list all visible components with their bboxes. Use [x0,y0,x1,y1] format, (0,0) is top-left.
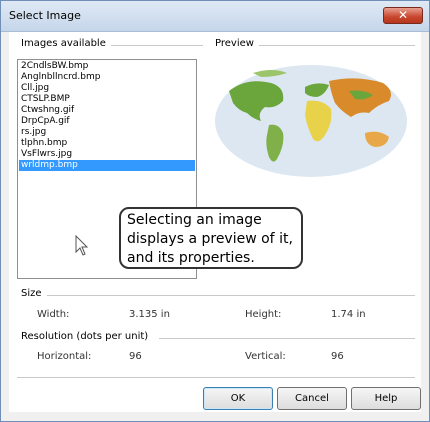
image-file-item[interactable]: Cll.jpg [19,83,195,94]
horizontal-value: 96 [129,351,142,362]
mouse-pointer-icon [75,235,89,256]
horizontal-label: Horizontal: [37,351,92,362]
image-file-item[interactable]: rs.jpg [19,127,195,138]
cancel-button[interactable]: Cancel [277,387,347,410]
images-group-divider [111,45,203,46]
image-file-item[interactable]: tlphn.bmp [19,138,195,149]
image-file-item[interactable]: CTSLP.BMP [19,94,195,105]
image-file-item[interactable]: VsFlwrs.jpg [19,149,195,160]
height-label: Height: [245,309,282,320]
ok-button[interactable]: OK [203,387,273,410]
width-value: 3.135 in [129,309,170,320]
resolution-group-divider [159,338,415,339]
image-file-item[interactable]: DrpCpA.gif [19,116,195,127]
vertical-value: 96 [331,351,344,362]
image-file-item[interactable]: 2CndlsBW.bmp [19,61,195,72]
select-image-dialog: Select Image ✕ Images available 2CndlsBW… [0,0,430,422]
title-bar[interactable]: Select Image ✕ [1,1,429,32]
height-value: 1.74 in [331,309,366,320]
image-file-item[interactable]: wrldmp.bmp [19,160,195,171]
resolution-label: Resolution (dots per unit) [21,331,153,342]
image-file-item[interactable]: Ctwshng.gif [19,105,195,116]
close-button[interactable]: ✕ [383,7,423,24]
callout-annotation: Selecting an image displays a preview of… [119,207,303,269]
preview-label: Preview [215,38,258,49]
width-label: Width: [37,309,70,320]
button-area-divider [17,377,415,378]
size-group-divider [47,295,415,296]
images-available-label: Images available [21,38,110,49]
preview-world-map [213,61,409,181]
help-button[interactable]: Help [351,387,421,410]
vertical-label: Vertical: [245,351,286,362]
preview-group-divider [259,45,415,46]
image-file-item[interactable]: Anglnbllncrd.bmp [19,72,195,83]
window-title: Select Image [9,9,81,22]
size-label: Size [21,288,46,299]
